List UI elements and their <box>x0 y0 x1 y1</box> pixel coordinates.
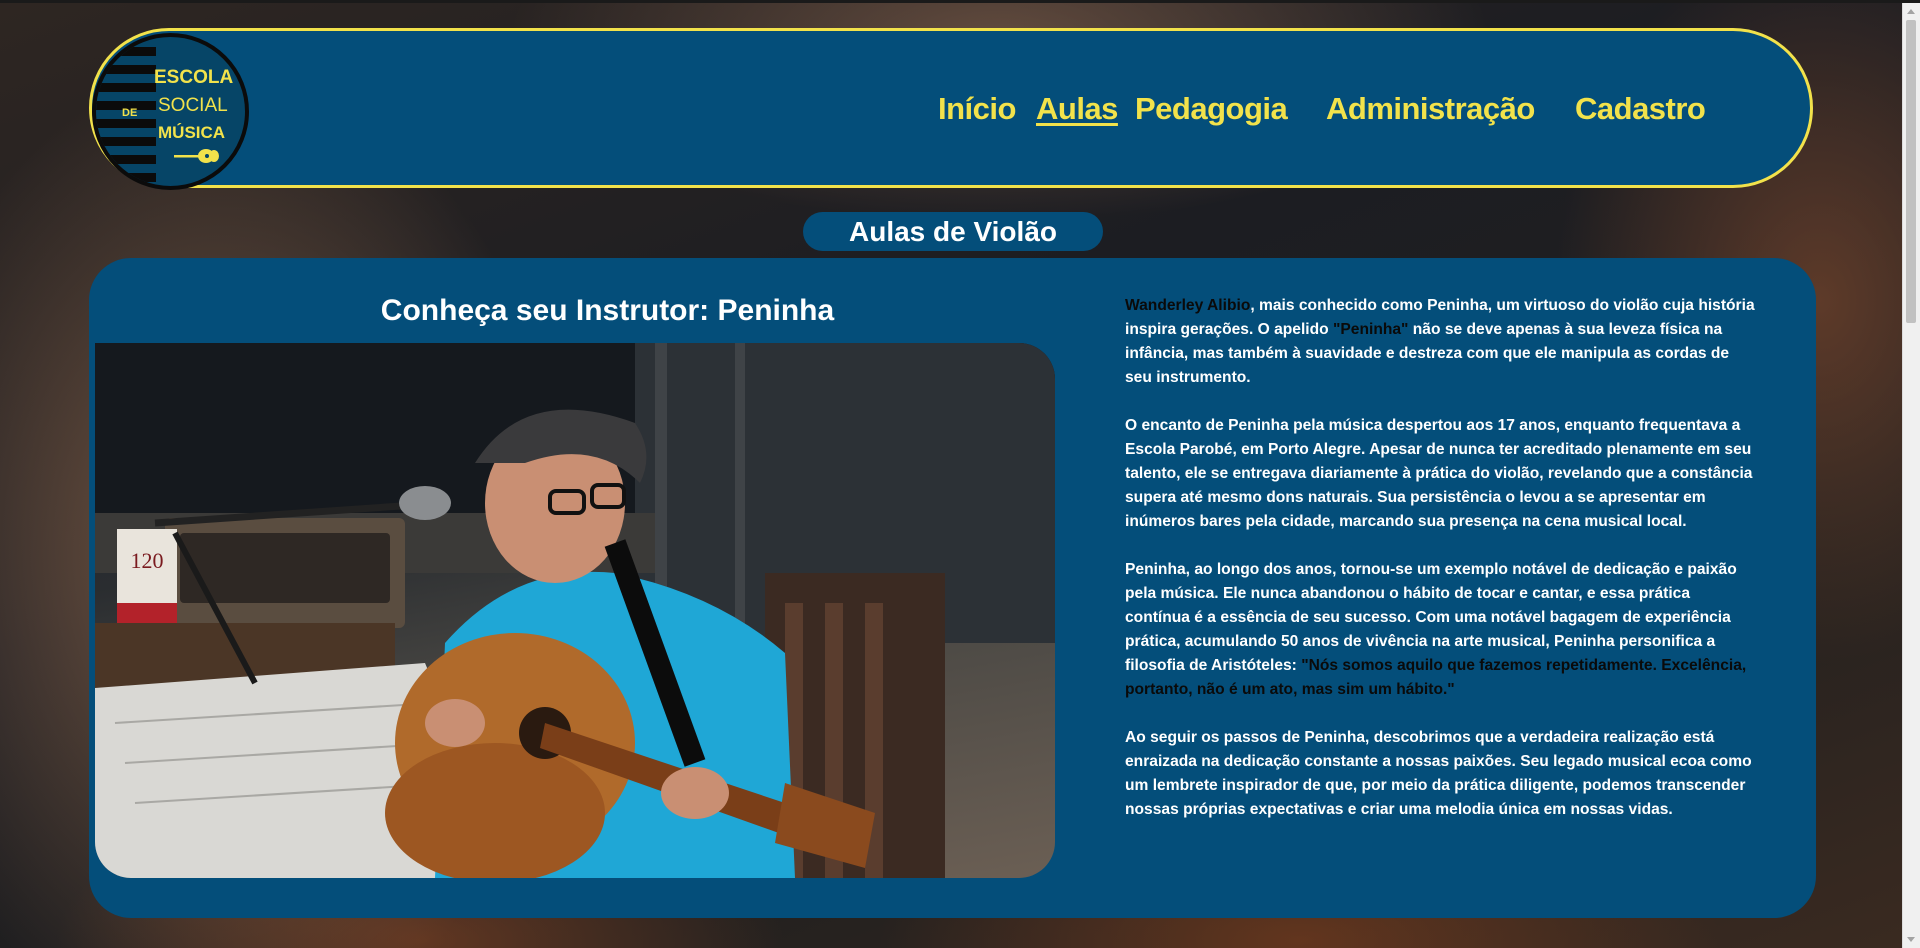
bio-name-highlight: Wanderley Alibio <box>1125 297 1251 314</box>
piano-key <box>96 137 156 146</box>
piano-key <box>96 119 156 128</box>
piano-key <box>96 173 156 182</box>
nav-item-administracao[interactable]: Administração <box>1326 91 1535 127</box>
page-scrollbar[interactable] <box>1902 3 1920 948</box>
bio-paragraph-1: Wanderley Alibio, mais conhecido como Pe… <box>1125 294 1755 390</box>
piano-key <box>96 47 156 56</box>
scroll-up-arrow-icon[interactable] <box>1907 9 1915 14</box>
guitar-icon <box>174 149 219 163</box>
bio-paragraph-3: Peninha, ao longo dos anos, tornou-se um… <box>1125 558 1755 702</box>
wine-label-number: 120 <box>131 548 164 573</box>
nav-item-aulas[interactable]: Aulas <box>1036 91 1118 127</box>
piano-key <box>96 65 156 74</box>
site-header: ESCOLA SOCIAL DE MÚSICA Início Aulas Ped… <box>89 28 1813 190</box>
content-card: Conheça seu Instrutor: Peninha 120 Wande… <box>89 258 1816 918</box>
scroll-down-arrow-icon[interactable] <box>1907 937 1915 942</box>
bio-nickname-highlight: "Peninha" <box>1333 321 1409 338</box>
logo-line-3: MÚSICA <box>158 123 226 142</box>
piano-key <box>96 155 156 164</box>
nav-item-cadastro[interactable]: Cadastro <box>1575 91 1706 127</box>
window-top-border <box>0 0 1920 3</box>
bio-paragraph-4: Ao seguir os passos de Peninha, descobri… <box>1125 729 1752 818</box>
piano-key <box>96 83 156 92</box>
bio-paragraph-2: O encanto de Peninha pela música despert… <box>1125 417 1753 530</box>
nav-item-pedagogia[interactable]: Pedagogia <box>1135 91 1288 127</box>
instructor-photo-illustration: 120 <box>95 343 1055 878</box>
nav-item-inicio[interactable]: Início <box>938 91 1016 127</box>
scrollbar-thumb[interactable] <box>1906 20 1916 323</box>
instructor-bio: Wanderley Alibio, mais conhecido como Pe… <box>1125 294 1755 846</box>
logo-line-1: ESCOLA <box>154 67 234 88</box>
instructor-photo: 120 <box>95 343 1055 878</box>
logo-line-2: SOCIAL <box>158 95 228 116</box>
instructor-heading: Conheça seu Instrutor: Peninha <box>380 294 835 327</box>
section-title: Aulas de Violão <box>803 212 1103 251</box>
logo-connector: DE <box>122 107 138 119</box>
school-logo[interactable]: ESCOLA SOCIAL DE MÚSICA <box>92 33 249 190</box>
